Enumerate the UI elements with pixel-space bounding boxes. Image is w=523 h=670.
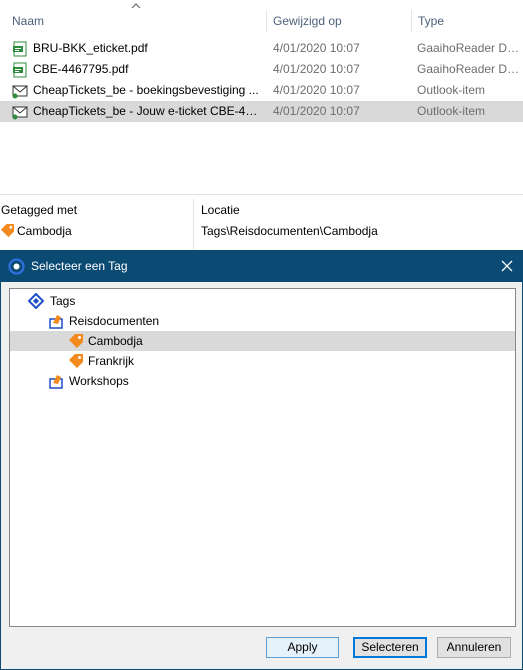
pdf-file-icon xyxy=(13,62,27,78)
tag-folder-icon xyxy=(49,315,63,329)
pdf-file-icon xyxy=(13,41,27,57)
tree-node-reisdocumenten[interactable]: Reisdocumenten xyxy=(10,311,515,331)
select-tag-dialog: Selecteer een Tag Tags Reisdocumenten Ca… xyxy=(0,250,523,670)
mail-file-icon xyxy=(12,106,28,120)
file-rows: BRU-BKK_eticket.pdf 4/01/2020 10:07 Gaai… xyxy=(0,38,523,122)
file-type: Outlook-item xyxy=(417,104,486,118)
tags-root-icon xyxy=(28,293,44,309)
tree-node-cambodja[interactable]: Cambodja xyxy=(10,331,515,351)
file-modified: 4/01/2020 10:07 xyxy=(273,62,360,76)
apply-button[interactable]: Apply xyxy=(266,637,339,658)
file-row[interactable]: CheapTickets_be - boekingsbevestiging ..… xyxy=(0,80,523,101)
file-name: BRU-BKK_eticket.pdf xyxy=(33,41,148,55)
column-header-name[interactable]: Naam xyxy=(6,10,264,32)
file-list: Naam Gewijzigd op Type BRU-BKK_eticket.p… xyxy=(0,0,523,194)
sort-ascending-icon[interactable] xyxy=(131,2,141,10)
dialog-titlebar[interactable]: Selecteer een Tag xyxy=(1,251,522,282)
tag-tree[interactable]: Tags Reisdocumenten Cambodja Frankrijk W… xyxy=(9,288,516,627)
file-name: CheapTickets_be - Jouw e-ticket CBE-446.… xyxy=(33,104,261,118)
column-header-modified[interactable]: Gewijzigd op xyxy=(266,10,410,32)
close-icon[interactable] xyxy=(492,251,522,282)
location-label: Locatie xyxy=(201,203,240,217)
file-row-selected[interactable]: CheapTickets_be - Jouw e-ticket CBE-446.… xyxy=(0,101,523,122)
file-type: GaaihoReader Doc... xyxy=(417,41,523,55)
tag-icon xyxy=(69,334,83,348)
column-headers: Naam Gewijzigd op Type xyxy=(0,10,523,32)
tree-node-label: Reisdocumenten xyxy=(69,314,160,328)
file-modified: 4/01/2020 10:07 xyxy=(273,41,360,55)
column-header-type[interactable]: Type xyxy=(411,10,523,32)
select-button[interactable]: Selecteren xyxy=(353,637,427,658)
tree-node-frankrijk[interactable]: Frankrijk xyxy=(10,351,515,371)
details-pane: Getagged met Cambodja Locatie Tags\Reisd… xyxy=(0,194,523,251)
tag-icon xyxy=(0,223,15,238)
file-modified: 4/01/2020 10:07 xyxy=(273,104,360,118)
file-name: CBE-4467795.pdf xyxy=(33,62,129,76)
mail-file-icon xyxy=(12,85,28,99)
tree-node-workshops[interactable]: Workshops xyxy=(10,371,515,391)
file-type: Outlook-item xyxy=(417,83,486,97)
file-row[interactable]: BRU-BKK_eticket.pdf 4/01/2020 10:07 Gaai… xyxy=(0,38,523,59)
tag-icon xyxy=(69,354,83,368)
tree-node-label: Frankrijk xyxy=(88,354,135,368)
details-divider xyxy=(193,199,194,251)
dialog-title: Selecteer een Tag xyxy=(31,259,128,273)
tag-folder-icon xyxy=(49,375,63,389)
tree-node-label: Cambodja xyxy=(88,334,143,348)
app-logo-icon xyxy=(8,258,25,275)
file-type: GaaihoReader Doc... xyxy=(417,62,523,76)
file-modified: 4/01/2020 10:07 xyxy=(273,83,360,97)
file-name: CheapTickets_be - boekingsbevestiging ..… xyxy=(33,83,259,97)
location-value: Tags\Reisdocumenten\Cambodja xyxy=(201,224,378,238)
tree-node-tags[interactable]: Tags xyxy=(10,291,515,311)
tagged-value[interactable]: Cambodja xyxy=(17,224,72,238)
cancel-button[interactable]: Annuleren xyxy=(437,637,511,658)
tree-node-label: Tags xyxy=(50,294,76,308)
tree-node-label: Workshops xyxy=(69,374,129,388)
tagged-label: Getagged met xyxy=(1,203,78,217)
file-row[interactable]: CBE-4467795.pdf 4/01/2020 10:07 GaaihoRe… xyxy=(0,59,523,80)
